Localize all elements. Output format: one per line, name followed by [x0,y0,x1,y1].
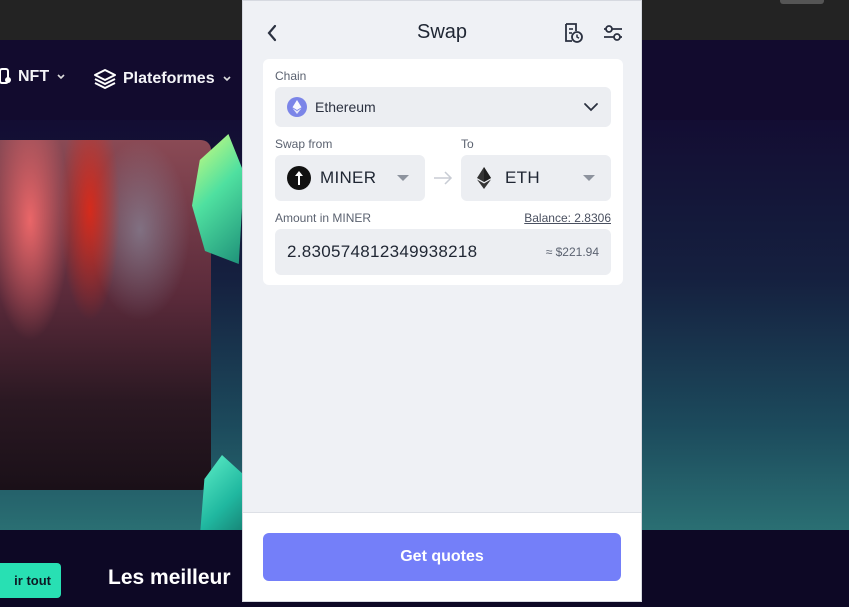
swap-panel: Swap Chain Ethereum Swap from To MINER E… [242,0,642,602]
amount-field[interactable]: 2.830574812349938218 ≈ $221.94 [275,229,611,275]
swap-to-label: To [461,137,474,151]
to-token-select[interactable]: ETH [461,155,611,201]
sliders-icon [604,25,622,41]
chevron-down-icon [57,74,65,80]
ethereum-icon [287,97,307,117]
balance-link[interactable]: Balance: 2.8306 [524,211,611,225]
panel-header: Swap [243,1,641,63]
amount-label: Amount in MINER [275,211,372,225]
from-token-select[interactable]: MINER [275,155,425,201]
usd-estimate: ≈ $221.94 [545,245,599,259]
get-quotes-button[interactable]: Get quotes [263,533,621,581]
swap-form-card: Chain Ethereum Swap from To MINER ETH Am… [263,59,623,285]
to-token-name: ETH [505,168,540,187]
chevron-down-icon [223,76,231,82]
eth-token-icon [477,167,491,189]
panel-footer: Get quotes [243,513,641,601]
nav-item-label: Plateformes [123,70,215,87]
chevron-down-icon [584,103,598,112]
arrow-right-icon [432,168,454,188]
settings-button[interactable] [601,21,625,45]
chain-value: Ethereum [315,99,376,115]
from-token-name: MINER [320,168,377,187]
nav-item-label: NFT [18,68,50,85]
window-handle [780,0,824,4]
swap-from-label: Swap from [275,137,333,151]
caret-down-icon [583,175,595,181]
see-all-button[interactable]: ir tout [0,563,61,598]
amount-input[interactable]: 2.830574812349938218 [287,242,517,262]
chain-label: Chain [275,69,307,83]
nav-item-nft[interactable]: NFT [0,68,65,86]
section-heading: Les meilleur [108,566,231,589]
miner-token-icon [287,166,311,190]
layers-icon [94,69,116,89]
history-button[interactable] [561,21,585,45]
caret-down-icon [397,175,409,181]
hero-image [0,140,211,490]
chain-select[interactable]: Ethereum [275,87,611,127]
nav-item-plateformes[interactable]: Plateformes [93,68,231,90]
nft-icon [0,68,11,84]
history-icon [565,23,583,43]
